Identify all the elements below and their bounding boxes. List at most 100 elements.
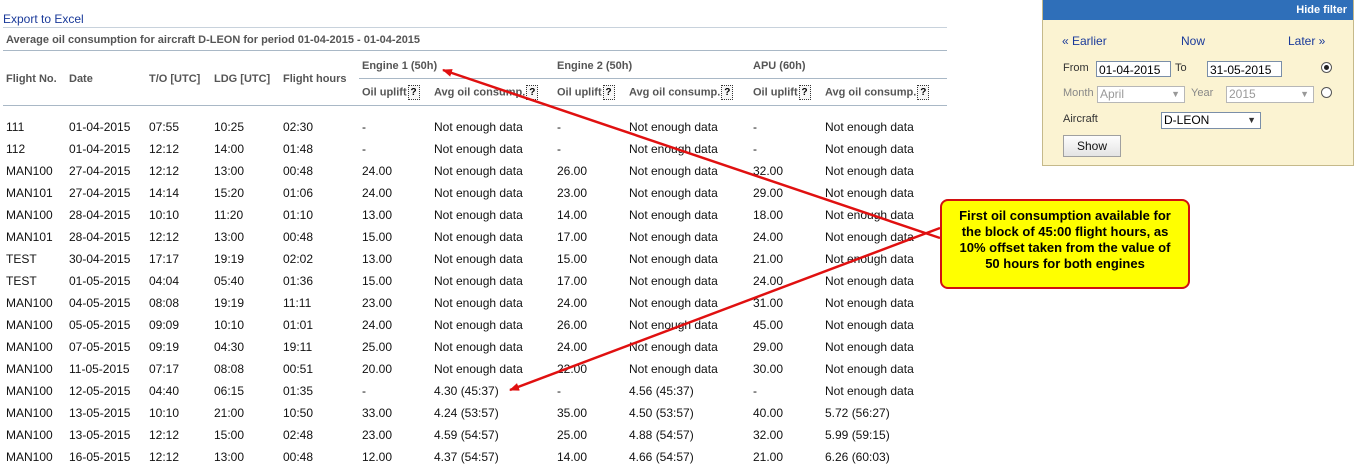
- month-select[interactable]: April ▼: [1097, 86, 1185, 103]
- cell-takeoff: 07:17: [149, 362, 180, 376]
- oil-consumption-table: Flight No. Date T/O [UTC] LDG [UTC] Flig…: [3, 53, 947, 468]
- chevron-down-icon: ▼: [1171, 89, 1180, 99]
- cell-flight-hours: 19:11: [283, 340, 313, 354]
- cell-engine2-uplift: 26.00: [557, 164, 588, 178]
- cell-landing: 05:40: [214, 274, 245, 288]
- to-date-input[interactable]: 31-05-2015: [1207, 61, 1282, 77]
- cell-flight-no: MAN101: [6, 186, 53, 200]
- cell-apu-uplift: 45.00: [753, 318, 784, 332]
- date-range-radio[interactable]: [1321, 62, 1332, 73]
- cell-engine1-avg: Not enough data: [434, 274, 523, 288]
- cell-apu-avg: 5.72 (56:27): [825, 406, 890, 420]
- sub-header-label: Avg oil consump.: [434, 85, 526, 98]
- cell-apu-uplift: 32.00: [753, 428, 784, 442]
- hide-filter-button[interactable]: Hide filter: [1043, 0, 1353, 20]
- cell-apu-uplift: -: [753, 142, 757, 156]
- cell-engine2-avg: Not enough data: [629, 362, 718, 376]
- cell-engine2-uplift: 17.00: [557, 230, 588, 244]
- report-title: Average oil consumption for aircraft D-L…: [3, 27, 947, 51]
- cell-engine1-uplift: 24.00: [362, 186, 393, 200]
- cell-date: 04-05-2015: [69, 296, 131, 310]
- cell-engine1-avg: Not enough data: [434, 296, 523, 310]
- cell-landing: 10:10: [214, 318, 245, 332]
- cell-landing: 15:20: [214, 186, 245, 200]
- cell-apu-uplift: 29.00: [753, 340, 784, 354]
- year-select[interactable]: 2015 ▼: [1226, 86, 1314, 103]
- col-date[interactable]: Date: [66, 53, 146, 106]
- cell-engine2-uplift: 17.00: [557, 274, 588, 288]
- cell-engine2-avg: Not enough data: [629, 230, 718, 244]
- now-link[interactable]: Now: [1181, 34, 1205, 48]
- cell-apu-uplift: 40.00: [753, 406, 784, 420]
- export-to-excel-link[interactable]: Export to Excel: [3, 12, 84, 26]
- cell-flight-hours: 01:10: [283, 208, 314, 222]
- cell-landing: 21:00: [214, 406, 245, 420]
- col-flight-hours[interactable]: Flight hours: [280, 53, 359, 106]
- cell-engine2-avg: Not enough data: [629, 120, 718, 134]
- cell-engine2-avg: 4.50 (53:57): [629, 406, 694, 420]
- cell-takeoff: 12:12: [149, 450, 180, 464]
- from-date-input[interactable]: 01-04-2015: [1096, 61, 1171, 77]
- cell-apu-avg: 5.99 (59:15): [825, 428, 890, 442]
- cell-engine1-avg: 4.24 (53:57): [434, 406, 499, 420]
- help-icon[interactable]: ?: [526, 84, 539, 100]
- show-button[interactable]: Show: [1063, 135, 1121, 157]
- spacer-cell: [3, 106, 947, 117]
- cell-landing: 19:19: [214, 296, 245, 310]
- cell-takeoff: 14:14: [149, 186, 180, 200]
- cell-engine2-avg: Not enough data: [629, 340, 718, 354]
- cell-apu-avg: Not enough data: [825, 164, 914, 178]
- cell-takeoff: 04:40: [149, 384, 180, 398]
- help-icon[interactable]: ?: [407, 84, 420, 100]
- chevron-down-icon: ▼: [1300, 89, 1309, 99]
- cell-takeoff: 08:08: [149, 296, 180, 310]
- cell-engine2-uplift: -: [557, 120, 561, 134]
- cell-date: 05-05-2015: [69, 318, 131, 332]
- group-apu: APU (60h): [750, 53, 947, 79]
- col-flight-no[interactable]: Flight No.: [3, 53, 66, 106]
- cell-landing: 14:00: [214, 142, 245, 156]
- later-link[interactable]: Later »: [1288, 34, 1325, 48]
- cell-apu-avg: Not enough data: [825, 230, 914, 244]
- cell-engine1-avg: Not enough data: [434, 362, 523, 376]
- cell-apu-uplift: 24.00: [753, 230, 784, 244]
- cell-flight-no: MAN100: [6, 318, 53, 332]
- month-year-radio[interactable]: [1321, 87, 1332, 98]
- table-row: MAN100 05-05-2015 09:09 10:10 01:01 24.00 Not …: [3, 314, 947, 336]
- cell-flight-hours: 01:06: [283, 186, 314, 200]
- col-landing[interactable]: LDG [UTC]: [211, 53, 280, 106]
- cell-flight-no: MAN100: [6, 340, 53, 354]
- cell-apu-avg: 6.26 (60:03): [825, 450, 890, 464]
- col-engine2-avg-consumption: Avg oil consump.?: [626, 78, 750, 106]
- aircraft-select[interactable]: D-LEON ▼: [1161, 112, 1261, 129]
- cell-apu-uplift: 31.00: [753, 296, 784, 310]
- cell-engine2-avg: Not enough data: [629, 252, 718, 266]
- cell-apu-uplift: -: [753, 384, 757, 398]
- cell-flight-hours: 01:01: [283, 318, 314, 332]
- help-icon[interactable]: ?: [602, 84, 615, 100]
- help-icon[interactable]: ?: [917, 84, 930, 100]
- cell-apu-uplift: 21.00: [753, 252, 784, 266]
- cell-engine2-uplift: 35.00: [557, 406, 588, 420]
- earlier-link[interactable]: « Earlier: [1062, 34, 1107, 48]
- cell-landing: 08:08: [214, 362, 245, 376]
- chevron-down-icon: ▼: [1247, 115, 1256, 125]
- table-row: MAN101 27-04-2015 14:14 15:20 01:06 24.00 Not …: [3, 182, 947, 204]
- cell-engine1-avg: 4.59 (54:57): [434, 428, 499, 442]
- cell-apu-avg: Not enough data: [825, 274, 914, 288]
- cell-apu-uplift: 30.00: [753, 362, 784, 376]
- cell-takeoff: 12:12: [149, 428, 180, 442]
- cell-flight-hours: 01:48: [283, 142, 314, 156]
- group-engine-1: Engine 1 (50h): [359, 53, 554, 79]
- help-icon[interactable]: ?: [721, 84, 734, 100]
- cell-apu-avg: Not enough data: [825, 186, 914, 200]
- cell-apu-uplift: 24.00: [753, 274, 784, 288]
- cell-engine1-avg: Not enough data: [434, 252, 523, 266]
- cell-engine2-uplift: 25.00: [557, 428, 588, 442]
- col-takeoff[interactable]: T/O [UTC]: [146, 53, 211, 106]
- help-icon[interactable]: ?: [798, 84, 811, 100]
- cell-landing: 13:00: [214, 164, 245, 178]
- cell-takeoff: 12:12: [149, 164, 180, 178]
- cell-flight-no: MAN100: [6, 428, 53, 442]
- cell-flight-no: MAN100: [6, 164, 53, 178]
